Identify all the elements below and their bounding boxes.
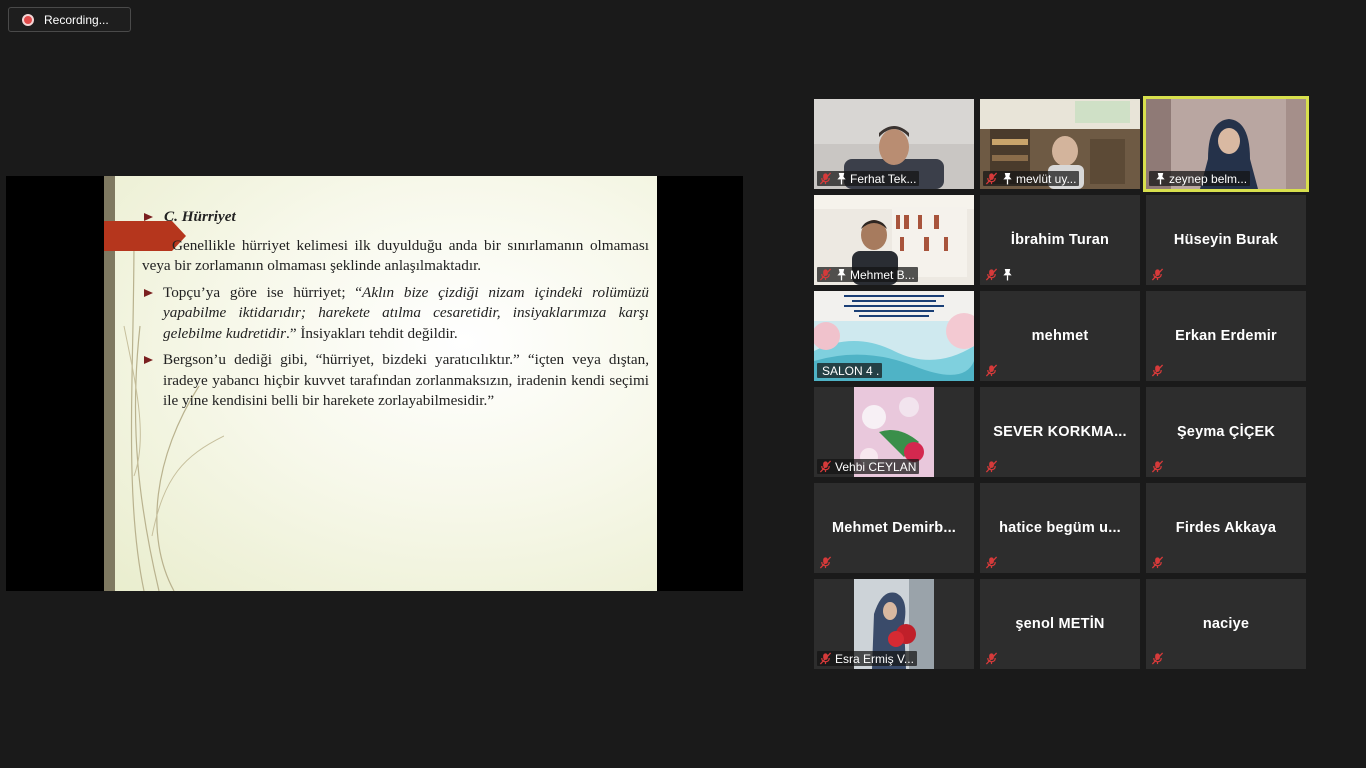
bullet-icon [144,213,153,221]
participant-name: SALON 4 . [822,363,880,378]
participant-name-large: Firdes Akkaya [1175,520,1277,536]
participant-tile[interactable]: Mehmet Demirb... [814,483,974,573]
participant-status-bar [1149,267,1167,282]
participant-status-bar: Esra Ermiş V... [817,651,917,666]
presentation-slide: C. Hürriyet Genellikle hürriyet kelimesi… [104,176,657,591]
muted-microphone-icon [985,364,998,377]
participant-tile[interactable]: mevlüt uy... [980,99,1140,189]
muted-microphone-icon [985,268,998,281]
participant-tile[interactable]: Firdes Akkaya [1146,483,1306,573]
muted-microphone-icon [1151,268,1164,281]
recording-label: Recording... [44,12,109,27]
muted-microphone-icon [1151,556,1164,569]
recording-indicator[interactable]: Recording... [8,7,131,32]
participant-name: Mehmet B... [850,267,915,282]
participant-tile[interactable]: zeynep belm... [1143,96,1309,192]
participant-name-large: mehmet [1031,328,1089,344]
muted-microphone-icon [1151,364,1164,377]
participant-status-bar [1149,363,1167,378]
participant-name: Ferhat Tek... [850,171,917,186]
muted-microphone-icon [819,556,832,569]
participant-name-large: şenol METİN [1015,616,1105,632]
muted-microphone-icon [1151,652,1164,665]
participant-name-large: hatice begüm u... [999,520,1121,536]
pin-icon [1155,172,1166,185]
participant-status-bar [983,363,1001,378]
participant-status-bar [983,267,1016,282]
participant-name-large: Erkan Erdemir [1175,328,1277,344]
participant-status-bar: Vehbi CEYLAN [817,459,920,474]
participant-status-bar: mevlüt uy... [983,171,1080,186]
participant-tile[interactable]: Vehbi CEYLAN [814,387,974,477]
slide-paragraph-3: Bergson’u dediği gibi, “hürriyet, bizdek… [142,350,649,412]
participant-name-large: SEVER KORKMA... [993,424,1127,440]
participant-status-bar: SALON 4 . [817,363,883,378]
muted-microphone-icon [985,172,998,185]
participant-tile[interactable]: Şeyma ÇİÇEK [1146,387,1306,477]
record-icon [22,13,34,26]
participant-status-bar [983,651,1001,666]
bullet-icon [144,356,153,364]
participant-tile[interactable]: Hüseyin Burak [1146,195,1306,285]
pin-icon [836,172,847,185]
participant-name-large: Şeyma ÇİÇEK [1176,424,1276,440]
muted-microphone-icon [819,652,832,665]
slide-paragraph-2: Topçu’ya göre ise hürriyet; “Aklın bize … [142,283,649,345]
participant-tile[interactable]: SEVER KORKMA... [980,387,1140,477]
participant-name: Esra Ermiş V... [835,651,914,666]
muted-microphone-icon [1151,460,1164,473]
participant-name-large: Hüseyin Burak [1173,232,1279,248]
participant-name: zeynep belm... [1169,171,1248,186]
participant-status-bar [1149,555,1167,570]
participant-status-bar [817,555,835,570]
slide-paragraph-1: Genellikle hürriyet kelimesi ilk duyuldu… [142,236,649,275]
participant-status-bar [983,459,1001,474]
slide-content: C. Hürriyet Genellikle hürriyet kelimesi… [142,207,649,418]
muted-microphone-icon [985,652,998,665]
pin-icon [1002,172,1013,185]
participant-status-bar [1149,459,1167,474]
participant-tile[interactable]: Ferhat Tek... [814,99,974,189]
participant-name: Vehbi CEYLAN [835,459,917,474]
participant-tile[interactable]: SALON 4 . [814,291,974,381]
muted-microphone-icon [819,268,832,281]
participant-tile[interactable]: Esra Ermiş V... [814,579,974,669]
participant-status-bar: Ferhat Tek... [817,171,920,186]
participant-tile[interactable]: mehmet [980,291,1140,381]
participant-tile[interactable]: Erkan Erdemir [1146,291,1306,381]
participant-tile[interactable]: hatice begüm u... [980,483,1140,573]
participant-status-bar: zeynep belm... [1149,171,1251,186]
pin-icon [1002,268,1013,281]
muted-microphone-icon [985,460,998,473]
participant-name-large: Mehmet Demirb... [831,520,957,536]
participant-status-bar [983,555,1001,570]
participant-status-bar [1149,651,1167,666]
participant-tile[interactable]: şenol METİN [980,579,1140,669]
muted-microphone-icon [985,556,998,569]
participant-name: mevlüt uy... [1016,171,1077,186]
muted-microphone-icon [819,172,832,185]
participant-tile[interactable]: naciye [1146,579,1306,669]
pin-icon [836,268,847,281]
participant-tile[interactable]: Mehmet B... [814,195,974,285]
shared-screen: C. Hürriyet Genellikle hürriyet kelimesi… [6,176,743,591]
participant-name-large: naciye [1202,616,1250,632]
participant-tile[interactable]: İbrahim Turan [980,195,1140,285]
muted-microphone-icon [819,460,832,473]
slide-heading: C. Hürriyet [144,207,649,228]
participant-status-bar: Mehmet B... [817,267,918,282]
bullet-icon [144,288,153,297]
